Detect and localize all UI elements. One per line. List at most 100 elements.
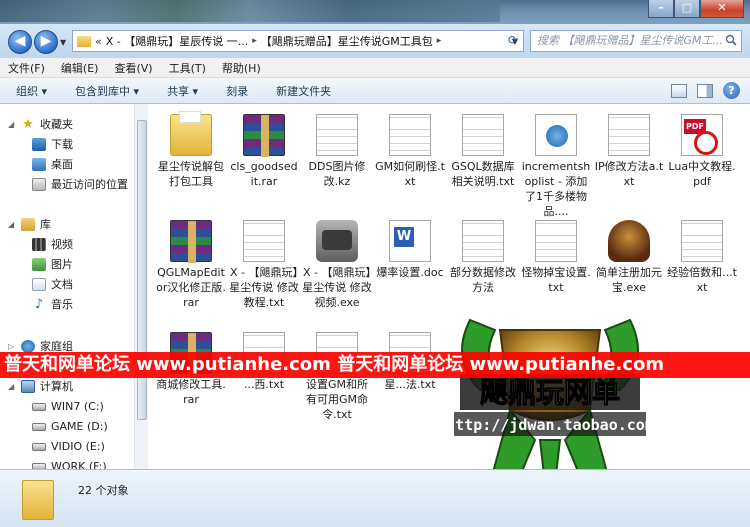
file-name: 部分数据修改方法 (450, 266, 516, 294)
file-item[interactable]: 简单注册加元宝.exe (594, 220, 664, 295)
file-name: 简单注册加元宝.exe (596, 266, 662, 294)
navigation-pane: ◢ ★ 收藏夹 下载 桌面 最近访问的位置 ◢ 库 视频 图片 文档 ♪ 音乐 … (0, 104, 136, 469)
computer-icon (21, 379, 35, 393)
include-in-library-button[interactable]: 包含到库中 ▾ (75, 83, 139, 99)
nav-drive-f[interactable]: WORK (F:) (32, 460, 107, 469)
search-input[interactable]: 搜索 【飓鼎玩赠品】星尘传说GM工... (530, 30, 742, 52)
nav-label: 下载 (51, 138, 73, 151)
file-item[interactable]: DDS图片修改.kz (302, 114, 372, 189)
menu-tools[interactable]: 工具(T) (169, 60, 206, 76)
close-button[interactable]: ✕ (700, 0, 744, 18)
file-item[interactable]: 怪物掉宝设置.txt (521, 220, 591, 295)
file-name: DDS图片修改.kz (308, 160, 366, 188)
chevron-right-icon[interactable]: ▸ (437, 36, 442, 46)
video-icon (32, 237, 46, 251)
logo-text: 飓鼎玩网单 (480, 376, 620, 409)
file-item[interactable]: QGLMapEditor汉化修正版.rar (156, 220, 226, 310)
collapse-icon[interactable]: ◢ (8, 120, 16, 129)
nav-drive-e[interactable]: VIDIO (E:) (32, 440, 105, 453)
chevron-right-icon[interactable]: ▸ (252, 36, 257, 46)
nav-label: 文档 (51, 278, 73, 291)
refresh-icon[interactable]: ⟳ (505, 33, 521, 49)
details-pane: 22 个对象 (0, 469, 750, 527)
nav-drive-d[interactable]: GAME (D:) (32, 420, 108, 433)
expand-icon[interactable]: ▷ (8, 342, 16, 351)
web-file-icon (535, 114, 577, 156)
text-file-icon (681, 220, 723, 262)
nav-libraries[interactable]: ◢ 库 (8, 216, 51, 232)
file-item[interactable]: 星尘传说解包打包工具 (156, 111, 226, 189)
pictures-icon (32, 257, 46, 271)
file-item[interactable]: cls_goodsedit.rar (229, 114, 299, 189)
nav-label: WIN7 (C:) (51, 400, 104, 413)
collapse-icon[interactable]: ◢ (8, 220, 16, 229)
nav-favorites[interactable]: ◢ ★ 收藏夹 (8, 116, 73, 132)
file-item[interactable]: X - 【飓鼎玩】星尘传说 修改视频.exe (302, 220, 372, 310)
file-item[interactable]: GSQL数据库相关说明.txt (448, 114, 518, 189)
history-dropdown-icon[interactable]: ▼ (60, 38, 66, 47)
back-button[interactable]: ◀ (8, 30, 32, 54)
word-doc-icon (389, 220, 431, 262)
nav-downloads[interactable]: 下载 (32, 136, 73, 152)
help-icon[interactable]: ? (723, 82, 740, 99)
nav-label: WORK (F:) (51, 460, 107, 469)
file-name: 星...法.txt (384, 378, 436, 391)
share-button[interactable]: 共享 ▾ (167, 83, 198, 99)
logo-url: http://jdwan.taobao.com (446, 416, 654, 434)
forward-button[interactable]: ▶ (34, 30, 58, 54)
address-bar[interactable]: « X - 【飓鼎玩】星辰传说 一... ▸ 【飓鼎玩赠品】星尘传说GM工具包 … (72, 30, 524, 52)
burn-button[interactable]: 刻录 (226, 83, 248, 99)
recent-places-icon (32, 177, 46, 191)
file-name: 设置GM和所有可用GM命令.txt (305, 378, 368, 421)
library-icon (21, 217, 35, 231)
file-item[interactable]: Lua中文教程.pdf (667, 114, 737, 189)
breadcrumb-parent[interactable]: X - 【飓鼎玩】星辰传说 一... (106, 33, 248, 49)
minimize-button[interactable]: – (648, 0, 674, 18)
file-name: X - 【飓鼎玩】星尘传说 修改视频.exe (302, 266, 372, 309)
downloads-icon (32, 137, 46, 151)
nav-scrollbar[interactable] (134, 104, 148, 469)
file-item[interactable]: incrementshoplist - 添加了1千多楼物品.... (521, 114, 591, 219)
text-file-icon (389, 114, 431, 156)
menu-view[interactable]: 查看(V) (114, 60, 152, 76)
organize-button[interactable]: 组织 ▾ (16, 83, 47, 99)
nav-desktop[interactable]: 桌面 (32, 156, 73, 172)
document-icon (316, 114, 358, 156)
nav-music[interactable]: ♪ 音乐 (32, 296, 73, 312)
nav-label: 最近访问的位置 (51, 178, 128, 191)
change-view-icon[interactable] (671, 83, 687, 98)
menu-edit[interactable]: 编辑(E) (61, 60, 99, 76)
file-name: 怪物掉宝设置.txt (521, 266, 591, 294)
nav-documents[interactable]: 文档 (32, 276, 73, 292)
breadcrumb-current[interactable]: 【飓鼎玩赠品】星尘传说GM工具包 (261, 33, 433, 49)
nav-drive-c[interactable]: WIN7 (C:) (32, 400, 104, 413)
homegroup-icon (21, 339, 35, 353)
file-item[interactable]: GM如何刷怪.txt (375, 114, 445, 189)
file-item[interactable]: 部分数据修改方法 (448, 220, 518, 295)
menu-file[interactable]: 文件(F) (8, 60, 45, 76)
address-overflow[interactable]: « (95, 35, 102, 48)
text-file-icon (462, 114, 504, 156)
file-item[interactable]: 爆率设置.doc (375, 220, 445, 280)
folder-icon (170, 111, 212, 156)
nav-label: GAME (D:) (51, 420, 108, 433)
nav-label: 音乐 (51, 298, 73, 311)
collapse-icon[interactable]: ◢ (8, 382, 16, 391)
maximize-button[interactable]: □ (674, 0, 700, 18)
text-file-icon (462, 220, 504, 262)
nav-label: 计算机 (40, 380, 73, 393)
nav-label: 视频 (51, 238, 73, 251)
nav-pictures[interactable]: 图片 (32, 256, 73, 272)
search-icon[interactable] (725, 34, 737, 46)
preview-pane-icon[interactable] (697, 83, 713, 98)
address-row: ◀ ▶ ▼ « X - 【飓鼎玩】星辰传说 一... ▸ 【飓鼎玩赠品】星尘传说… (0, 24, 750, 58)
nav-computer[interactable]: ◢ 计算机 (8, 378, 73, 394)
nav-recent[interactable]: 最近访问的位置 (32, 176, 128, 192)
menu-help[interactable]: 帮助(H) (222, 60, 261, 76)
new-folder-button[interactable]: 新建文件夹 (276, 83, 331, 99)
file-item[interactable]: 经验倍数和...txt (667, 220, 737, 295)
nav-videos[interactable]: 视频 (32, 236, 73, 252)
file-item[interactable]: X - 【飓鼎玩】星尘传说 修改教程.txt (229, 220, 299, 310)
item-count: 22 个对象 (78, 484, 129, 497)
file-item[interactable]: IP修改方法a.txt (594, 114, 664, 189)
